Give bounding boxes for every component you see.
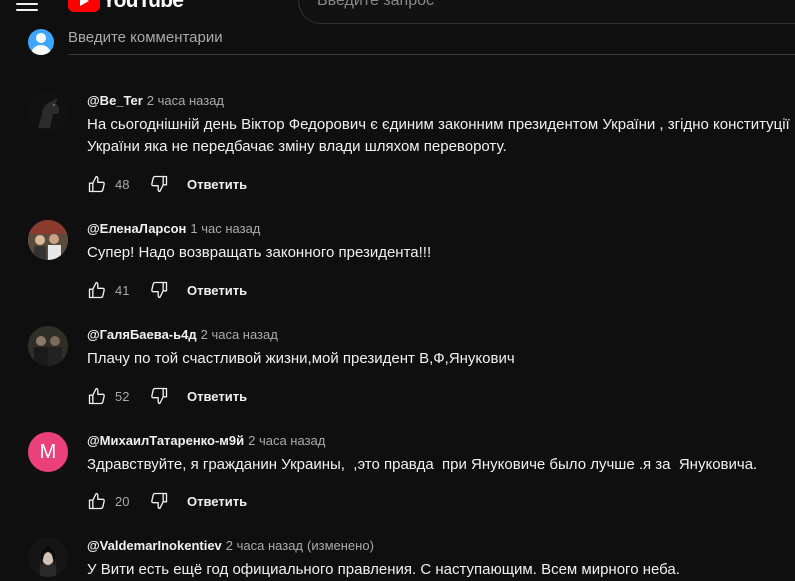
comment-text: На сьогоднішній день Віктор Федорович є … [87, 116, 794, 155]
youtube-play-icon [68, 0, 100, 12]
like-count: 52 [115, 388, 130, 404]
comment-author[interactable]: @Be_Ter [87, 93, 143, 108]
search-box[interactable] [298, 0, 795, 24]
comment-author[interactable]: @ValdemarInokentiev [87, 538, 222, 553]
add-comment-box [28, 27, 795, 57]
edited-label: (изменено) [307, 538, 374, 553]
youtube-logo[interactable]: YouTube [68, 0, 184, 14]
comment-text: Плачу по той счастливой жизни,мой презид… [87, 350, 515, 367]
comment-text: Здравствуйте, я гражданин Украины, ,это … [87, 456, 758, 473]
comment-time[interactable]: 1 час назад [190, 221, 260, 236]
comment-actions: 20 Ответить [87, 489, 247, 513]
reply-button[interactable]: Ответить [187, 283, 247, 298]
comment-author[interactable]: @МихаилТатаренко-м9й [87, 433, 244, 448]
avatar[interactable] [28, 326, 68, 366]
top-bar: YouTube [0, 0, 795, 24]
user-avatar-icon [28, 29, 54, 55]
like-icon[interactable] [87, 491, 107, 511]
dislike-icon[interactable] [149, 174, 169, 194]
dislike-icon[interactable] [149, 280, 169, 300]
like-count: 20 [115, 493, 130, 509]
reply-button[interactable]: Ответить [187, 389, 247, 404]
comment-time[interactable]: 2 часа назад [226, 538, 303, 553]
menu-icon[interactable] [16, 0, 38, 13]
comment-time[interactable]: 2 часа назад [248, 433, 325, 448]
comment-text: Супер! Надо возвращать законного президе… [87, 244, 432, 261]
dislike-icon[interactable] [149, 386, 169, 406]
like-icon[interactable] [87, 280, 107, 300]
photo-avatar-icon [28, 326, 68, 366]
dislike-icon[interactable] [149, 491, 169, 511]
comment-time[interactable]: 2 часа назад [201, 327, 278, 342]
like-count: 48 [115, 176, 130, 192]
reply-button[interactable]: Ответить [187, 177, 247, 192]
comment-author[interactable]: @ЕленаЛарсон [87, 221, 186, 236]
avatar[interactable] [28, 92, 68, 132]
like-icon[interactable] [87, 174, 107, 194]
comment-actions: 52 Ответить [87, 384, 247, 408]
avatar[interactable] [28, 537, 68, 577]
horse-avatar-icon [28, 92, 68, 132]
reply-button[interactable]: Ответить [187, 494, 247, 509]
comment-author[interactable]: @ГаляБаева-ь4д [87, 327, 197, 342]
like-count: 41 [115, 282, 130, 298]
comment-input[interactable] [68, 29, 795, 46]
logo-text: YouTube [102, 0, 184, 12]
search-input[interactable] [317, 0, 795, 23]
comment-text: У Вити есть ещё год официального правлен… [87, 561, 680, 578]
avatar[interactable] [28, 220, 68, 260]
comment-actions: 48 Ответить [87, 172, 247, 196]
photo-avatar-icon [28, 537, 68, 577]
avatar[interactable]: M [28, 432, 68, 472]
comment-time[interactable]: 2 часа назад [147, 93, 224, 108]
like-icon[interactable] [87, 386, 107, 406]
comment-actions: 41 Ответить [87, 278, 247, 302]
comment-input-underline [68, 54, 795, 55]
photo-avatar-icon [28, 220, 68, 260]
